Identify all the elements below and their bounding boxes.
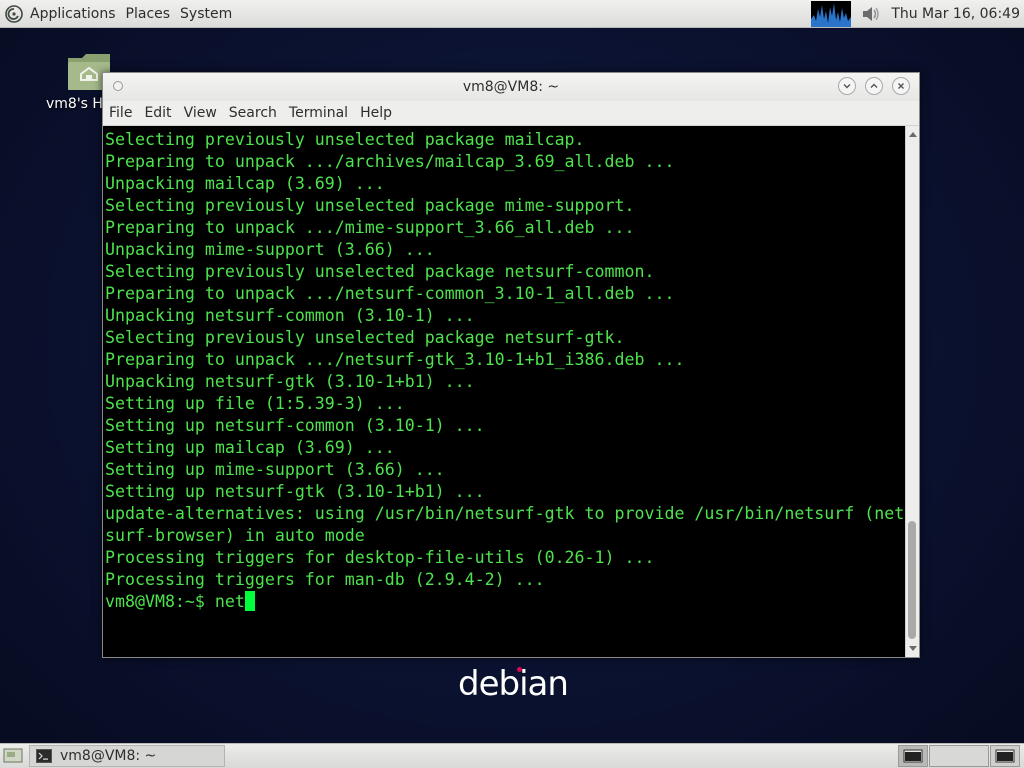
terminal-line: Setting up mime-support (3.66) ... bbox=[105, 460, 445, 479]
show-desktop-icon bbox=[3, 748, 23, 763]
terminal-line: Unpacking mime-support (3.66) ... bbox=[105, 240, 435, 259]
scroll-up-arrow-icon[interactable] bbox=[906, 128, 919, 140]
menu-file[interactable]: File bbox=[109, 105, 132, 121]
panel-tray: Thu Mar 16, 06:49 bbox=[811, 0, 1024, 27]
menu-edit[interactable]: Edit bbox=[144, 105, 171, 121]
terminal-window[interactable]: vm8@VM8: ~ File Edit View Search Termina… bbox=[102, 72, 920, 658]
system-monitor-graph[interactable] bbox=[811, 0, 852, 27]
terminal-line: Unpacking mailcap (3.69) ... bbox=[105, 174, 385, 193]
taskbar-item-label: vm8@VM8: ~ bbox=[60, 748, 157, 764]
close-icon bbox=[898, 83, 904, 89]
terminal-line: Setting up netsurf-gtk (3.10-1+b1) ... bbox=[105, 482, 485, 501]
terminal-line: Selecting previously unselected package … bbox=[105, 130, 585, 149]
terminal-line: Preparing to unpack .../netsurf-common_3… bbox=[105, 284, 675, 303]
bottom-panel: vm8@VM8: ~ bbox=[0, 743, 1024, 768]
taskbar-item-terminal[interactable]: vm8@VM8: ~ bbox=[29, 745, 225, 767]
workspace-window-thumb bbox=[903, 749, 923, 763]
menu-help[interactable]: Help bbox=[360, 105, 392, 121]
terminal-line: Selecting previously unselected package … bbox=[105, 262, 655, 281]
places-menu[interactable]: Places bbox=[126, 6, 171, 22]
workspace-2[interactable] bbox=[929, 745, 989, 767]
applications-menu[interactable]: Applications bbox=[30, 6, 116, 22]
debian-logo: debian bbox=[458, 664, 569, 704]
terminal-output[interactable]: Selecting previously unselected package … bbox=[103, 126, 905, 657]
terminal-line: Processing triggers for desktop-file-uti… bbox=[105, 548, 655, 567]
menu-search[interactable]: Search bbox=[229, 105, 277, 121]
workspace-switcher[interactable] bbox=[897, 745, 1020, 767]
terminal-line: Unpacking netsurf-common (3.10-1) ... bbox=[105, 306, 475, 325]
scrollbar-thumb[interactable] bbox=[908, 521, 916, 639]
show-desktop-button[interactable] bbox=[3, 747, 23, 765]
top-panel: Applications Places System Thu Mar 16, 0… bbox=[0, 0, 1024, 28]
terminal-line: Processing triggers for man-db (2.9.4-2)… bbox=[105, 570, 545, 589]
system-menu[interactable]: System bbox=[180, 6, 232, 22]
debian-logo-dot bbox=[517, 667, 522, 672]
terminal-scrollbar[interactable] bbox=[905, 126, 919, 657]
terminal-line: update-alternatives: using /usr/bin/nets… bbox=[105, 504, 905, 523]
terminal-line: surf-browser) in auto mode bbox=[105, 526, 365, 545]
clock[interactable]: Thu Mar 16, 06:49 bbox=[891, 6, 1020, 22]
menu-view[interactable]: View bbox=[184, 105, 217, 121]
maximize-button[interactable] bbox=[865, 77, 883, 95]
chevron-down-icon bbox=[843, 84, 851, 89]
terminal-line: Setting up mailcap (3.69) ... bbox=[105, 438, 395, 457]
window-titlebar[interactable]: vm8@VM8: ~ bbox=[103, 73, 919, 101]
terminal-icon bbox=[36, 749, 52, 763]
terminal-line: Setting up file (1:5.39-3) ... bbox=[105, 394, 405, 413]
terminal-menubar: File Edit View Search Terminal Help bbox=[103, 101, 919, 126]
menu-terminal[interactable]: Terminal bbox=[289, 105, 348, 121]
terminal-line: Preparing to unpack .../netsurf-gtk_3.10… bbox=[105, 350, 685, 369]
terminal-line: Preparing to unpack .../archives/mailcap… bbox=[105, 152, 675, 171]
terminal-line: Unpacking netsurf-gtk (3.10-1+b1) ... bbox=[105, 372, 475, 391]
scroll-down-arrow-icon[interactable] bbox=[906, 643, 919, 655]
terminal-line: Selecting previously unselected package … bbox=[105, 328, 625, 347]
speaker-icon[interactable] bbox=[861, 5, 881, 23]
command-input[interactable]: net bbox=[215, 592, 245, 611]
workspace-window-thumb bbox=[995, 749, 1015, 763]
terminal-line: Setting up netsurf-common (3.10-1) ... bbox=[105, 416, 485, 435]
prompt-line[interactable]: vm8@VM8:~$ net bbox=[105, 591, 905, 613]
close-button[interactable] bbox=[892, 77, 910, 95]
terminal-line: Selecting previously unselected package … bbox=[105, 196, 635, 215]
workspace-3[interactable] bbox=[990, 745, 1020, 767]
text-cursor bbox=[244, 591, 255, 611]
debian-swirl-icon[interactable] bbox=[4, 4, 24, 24]
window-title: vm8@VM8: ~ bbox=[462, 79, 560, 95]
shell-prompt: vm8@VM8:~$ bbox=[105, 592, 215, 611]
chevron-up-icon bbox=[870, 83, 878, 88]
minimize-button[interactable] bbox=[838, 77, 856, 95]
terminal-line: Preparing to unpack .../mime-support_3.6… bbox=[105, 218, 635, 237]
workspace-1[interactable] bbox=[898, 745, 928, 767]
